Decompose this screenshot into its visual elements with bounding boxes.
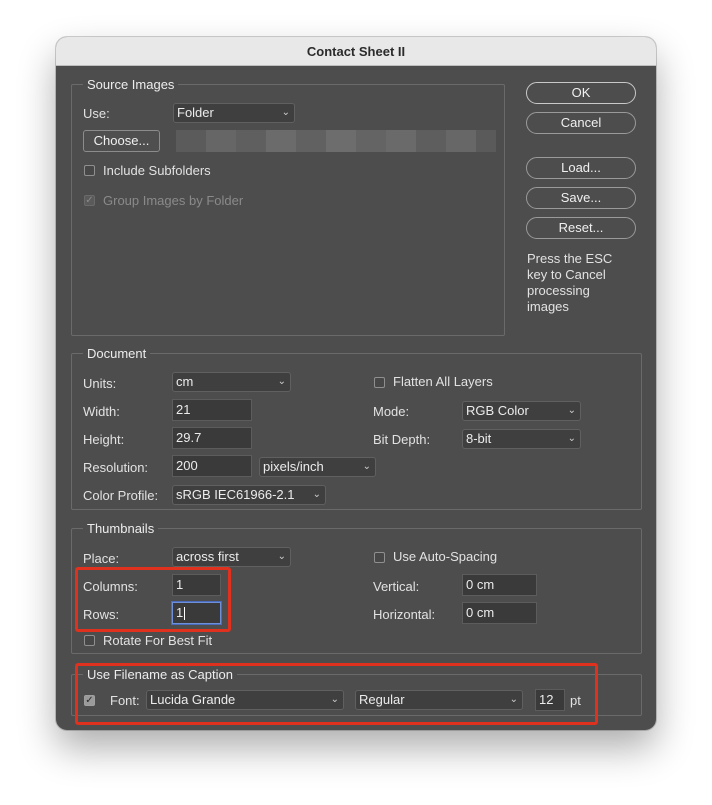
chevron-down-icon: ⌄ — [567, 405, 576, 416]
source-images-legend: Source Images — [83, 77, 179, 92]
chevron-down-icon: ⌄ — [277, 376, 286, 387]
esc-note-line: processing — [527, 283, 590, 298]
mode-select[interactable]: RGB Color ⌄ — [462, 401, 581, 421]
rotate-best-fit-checkbox[interactable] — [84, 635, 95, 646]
mode-label: Mode: — [373, 404, 410, 419]
units-select-value: cm — [176, 374, 194, 389]
save-button[interactable]: Save... — [526, 187, 636, 209]
bit-depth-select-value: 8-bit — [466, 431, 492, 446]
flatten-layers-checkbox[interactable] — [374, 377, 385, 388]
document-legend: Document — [83, 346, 151, 361]
use-label: Use: — [83, 106, 110, 121]
rotate-best-fit-label: Rotate For Best Fit — [103, 633, 213, 648]
use-select[interactable]: Folder ⌄ — [173, 103, 295, 123]
place-label: Place: — [83, 551, 120, 566]
resolution-label: Resolution: — [83, 460, 149, 475]
esc-note-line: Press the ESC — [527, 251, 613, 266]
esc-note-line: key to Cancel — [527, 267, 606, 282]
chevron-down-icon: ⌄ — [277, 551, 286, 562]
ok-button[interactable]: OK — [526, 82, 636, 104]
height-label: Height: — [83, 432, 125, 447]
chevron-down-icon: ⌄ — [567, 433, 576, 444]
chevron-down-icon: ⌄ — [362, 461, 371, 472]
folder-path-pixelated — [176, 130, 496, 152]
cancel-button[interactable]: Cancel — [526, 112, 636, 134]
auto-spacing-label: Use Auto-Spacing — [393, 549, 498, 564]
esc-note-line: images — [527, 299, 569, 314]
caption-highlight — [75, 663, 598, 725]
include-subfolders-label: Include Subfolders — [103, 163, 211, 178]
auto-spacing-checkbox[interactable] — [374, 552, 385, 563]
group-images-checkbox[interactable]: ✓ — [84, 195, 95, 206]
width-label: Width: — [83, 404, 120, 419]
mode-select-value: RGB Color — [466, 403, 529, 418]
resolution-unit-value: pixels/inch — [263, 459, 324, 474]
esc-note: Press the ESC key to Cancel processing i… — [527, 251, 612, 315]
units-label: Units: — [83, 376, 117, 391]
resolution-unit-select[interactable]: pixels/inch ⌄ — [259, 457, 376, 477]
horizontal-field[interactable]: 0 cm — [462, 602, 537, 624]
height-field[interactable]: 29.7 — [172, 427, 252, 449]
color-profile-value: sRGB IEC61966-2.1 — [176, 487, 295, 502]
place-select[interactable]: across first ⌄ — [172, 547, 291, 567]
columns-rows-highlight — [75, 567, 231, 632]
flatten-layers-label: Flatten All Layers — [393, 374, 493, 389]
choose-button[interactable]: Choose... — [83, 130, 160, 152]
horizontal-label: Horizontal: — [373, 607, 436, 622]
chevron-down-icon: ⌄ — [312, 489, 321, 500]
group-images-label: Group Images by Folder — [103, 193, 244, 208]
bit-depth-select[interactable]: 8-bit ⌄ — [462, 429, 581, 449]
dialog-title: Contact Sheet II — [56, 37, 656, 66]
thumbnails-legend: Thumbnails — [83, 521, 159, 536]
include-subfolders-checkbox[interactable] — [84, 165, 95, 176]
reset-button[interactable]: Reset... — [526, 217, 636, 239]
vertical-label: Vertical: — [373, 579, 420, 594]
chevron-down-icon: ⌄ — [281, 107, 290, 118]
resolution-field[interactable]: 200 — [172, 455, 252, 477]
place-select-value: across first — [176, 549, 239, 564]
load-button[interactable]: Load... — [526, 157, 636, 179]
width-field[interactable]: 21 — [172, 399, 252, 421]
bit-depth-label: Bit Depth: — [373, 432, 431, 447]
use-select-value: Folder — [177, 105, 214, 120]
vertical-field[interactable]: 0 cm — [462, 574, 537, 596]
color-profile-select[interactable]: sRGB IEC61966-2.1 ⌄ — [172, 485, 326, 505]
color-profile-label: Color Profile: — [83, 488, 159, 503]
units-select[interactable]: cm ⌄ — [172, 372, 291, 392]
